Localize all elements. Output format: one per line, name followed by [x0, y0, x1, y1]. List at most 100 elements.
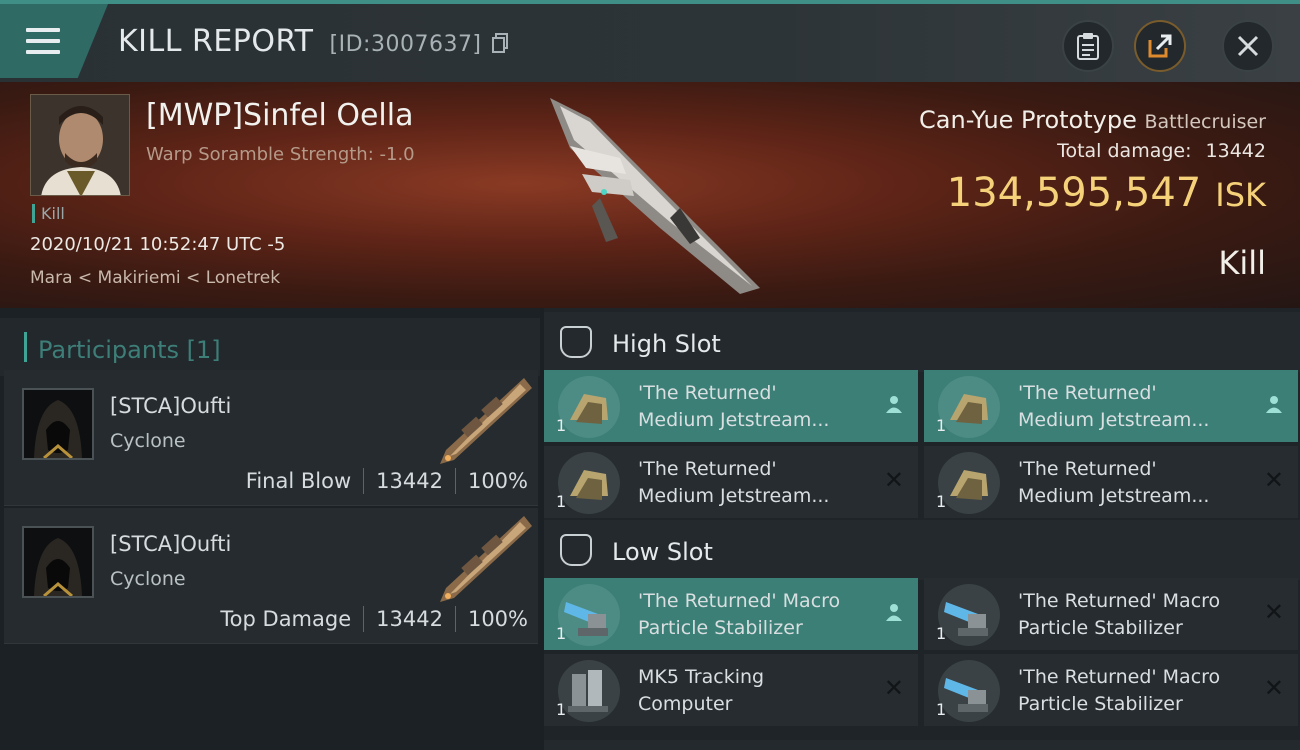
divider	[454, 468, 456, 494]
participants-title: Participants [1]	[38, 336, 221, 364]
title-bar: KILL REPORT [ID:3007637]	[0, 0, 1300, 82]
title-text: KILL REPORT	[118, 24, 314, 59]
victim-avatar[interactable]	[30, 94, 130, 196]
participant-role: Final Blow	[245, 469, 352, 493]
slot-name-line1: 'The Returned'	[1018, 458, 1157, 480]
slot-name-line2: Particle Stabilizer	[638, 617, 803, 639]
slot-qty: 1	[936, 624, 947, 643]
slot-qty: 1	[556, 492, 567, 511]
participant-damage: 13442	[376, 607, 443, 631]
total-damage-value: 13442	[1205, 140, 1266, 162]
report-id: [ID:3007637]	[329, 32, 482, 57]
kill-location[interactable]: Mara < Makiriemi < Lonetrek	[30, 268, 280, 288]
slot-name-line2: Medium Jetstream...	[1018, 409, 1210, 431]
high-slot-title: High Slot	[612, 330, 721, 358]
menu-icon-bar	[26, 50, 60, 54]
victim-panel: [MWP]Sinfel Oella Warp Soramble Strength…	[0, 82, 1300, 308]
slot-qty: 1	[556, 700, 567, 719]
isk-amount: 134,595,547	[946, 170, 1202, 216]
total-damage: Total damage: 13442	[1057, 140, 1266, 162]
participant-name[interactable]: [STCA]Oufti	[110, 394, 231, 418]
slot-qty: 1	[936, 700, 947, 719]
share-icon	[1148, 34, 1172, 58]
participant-ship-image[interactable]	[424, 512, 534, 608]
clipboard-button[interactable]	[1062, 20, 1114, 72]
share-button[interactable]	[1134, 20, 1186, 72]
destroyed-x-icon: ✕	[883, 466, 904, 494]
slot-name-line1: 'The Returned' Macro	[1018, 666, 1221, 688]
fitting-panel: High Slot 1 'The Returned' Medium Jetstr…	[544, 308, 1300, 750]
hooded-portrait	[24, 528, 92, 596]
slot-item[interactable]: 1 'The Returned' Macro Particle Stabiliz…	[924, 578, 1298, 650]
isk-value: 134,595,547 ISK	[947, 170, 1266, 216]
destroyed-x-icon: ✕	[1263, 674, 1284, 702]
kill-tag: Kill	[32, 204, 65, 223]
participant-name[interactable]: [STCA]Oufti	[110, 532, 231, 556]
slot-item[interactable]: 1 'The Returned' Macro Particle Stabiliz…	[924, 654, 1298, 726]
slot-item[interactable]: 1 MK5 Tracking Computer ✕	[544, 654, 918, 726]
slot-name-line1: 'The Returned'	[1018, 382, 1157, 404]
slot-item[interactable]: 1 'The Returned' Medium Jetstream...	[924, 370, 1298, 442]
ship-class: Battlecruiser	[1144, 111, 1266, 133]
victim-name[interactable]: [MWP]Sinfel Oella	[146, 98, 413, 133]
slot-name-line2: Particle Stabilizer	[1018, 617, 1183, 639]
participant-stats: Final Blow 13442 100%	[246, 468, 528, 494]
participant-ship: Cyclone	[110, 430, 186, 452]
slot-qty: 1	[556, 416, 567, 435]
participant-avatar[interactable]	[22, 526, 94, 598]
participants-count: [1]	[186, 336, 221, 364]
victim-ship[interactable]: Can-Yue Prototype Battlecruiser	[919, 106, 1266, 134]
kill-timestamp: 2020/10/21 10:52:47 UTC -5	[30, 234, 286, 255]
clipboard-icon	[1077, 33, 1099, 60]
participant-stats: Top Damage 13442 100%	[220, 606, 528, 632]
jetstream-module-icon	[938, 376, 1000, 438]
menu-button[interactable]	[0, 4, 108, 78]
isk-unit: ISK	[1215, 176, 1266, 214]
stabilizer-module-icon	[558, 584, 620, 646]
total-damage-label: Total damage:	[1057, 140, 1192, 162]
participants-label: Participants	[38, 336, 179, 364]
person-icon	[1264, 394, 1284, 420]
jetstream-module-icon	[558, 376, 620, 438]
destroyed-x-icon: ✕	[1263, 598, 1284, 626]
portrait-image	[31, 95, 129, 195]
participants-panel: Participants [1] [STCA]Oufti Cyclone Fin…	[0, 308, 540, 750]
jetstream-module-icon	[938, 452, 1000, 514]
high-slot-icon	[560, 326, 592, 358]
slot-qty: 1	[936, 416, 947, 435]
participant-avatar[interactable]	[22, 388, 94, 460]
person-icon	[884, 394, 904, 420]
participant-row[interactable]: [STCA]Oufti Cyclone Top Damage 13442 100…	[4, 508, 538, 644]
close-button[interactable]	[1222, 20, 1274, 72]
slot-item[interactable]: 1 'The Returned' Medium Jetstream...	[544, 370, 918, 442]
stabilizer-module-icon	[938, 660, 1000, 722]
slot-name-line2: Computer	[638, 693, 733, 715]
participant-percent: 100%	[467, 607, 528, 631]
slot-name-line1: 'The Returned' Macro	[1018, 590, 1221, 612]
participant-ship-image[interactable]	[424, 374, 534, 470]
low-slot-header: Low Slot	[544, 520, 1300, 580]
page-title: KILL REPORT [ID:3007637]	[118, 24, 508, 59]
slot-name-line2: Medium Jetstream...	[1018, 485, 1210, 507]
jetstream-module-icon	[558, 452, 620, 514]
high-slot-header: High Slot	[544, 312, 1300, 372]
menu-icon	[26, 28, 60, 32]
slot-name-line1: MK5 Tracking	[638, 666, 765, 688]
slot-name-line1: 'The Returned'	[638, 382, 777, 404]
slot-item[interactable]: 1 'The Returned' Medium Jetstream... ✕	[924, 446, 1298, 518]
destroyed-x-icon: ✕	[1263, 466, 1284, 494]
close-icon	[1237, 35, 1259, 57]
person-icon	[884, 602, 904, 628]
participant-damage: 13442	[376, 469, 443, 493]
copy-icon[interactable]	[491, 33, 508, 53]
slot-name-line2: Medium Jetstream...	[638, 485, 830, 507]
destroyed-x-icon: ✕	[883, 674, 904, 702]
participant-row[interactable]: [STCA]Oufti Cyclone Final Blow 13442 100…	[4, 370, 538, 506]
victim-ship-image[interactable]	[530, 88, 780, 298]
slot-item[interactable]: 1 'The Returned' Macro Particle Stabiliz…	[544, 578, 918, 650]
slot-item[interactable]: 1 'The Returned' Medium Jetstream... ✕	[544, 446, 918, 518]
low-slot-title: Low Slot	[612, 538, 713, 566]
slot-name-line2: Medium Jetstream...	[638, 409, 830, 431]
divider	[363, 468, 365, 494]
divider	[454, 606, 456, 632]
